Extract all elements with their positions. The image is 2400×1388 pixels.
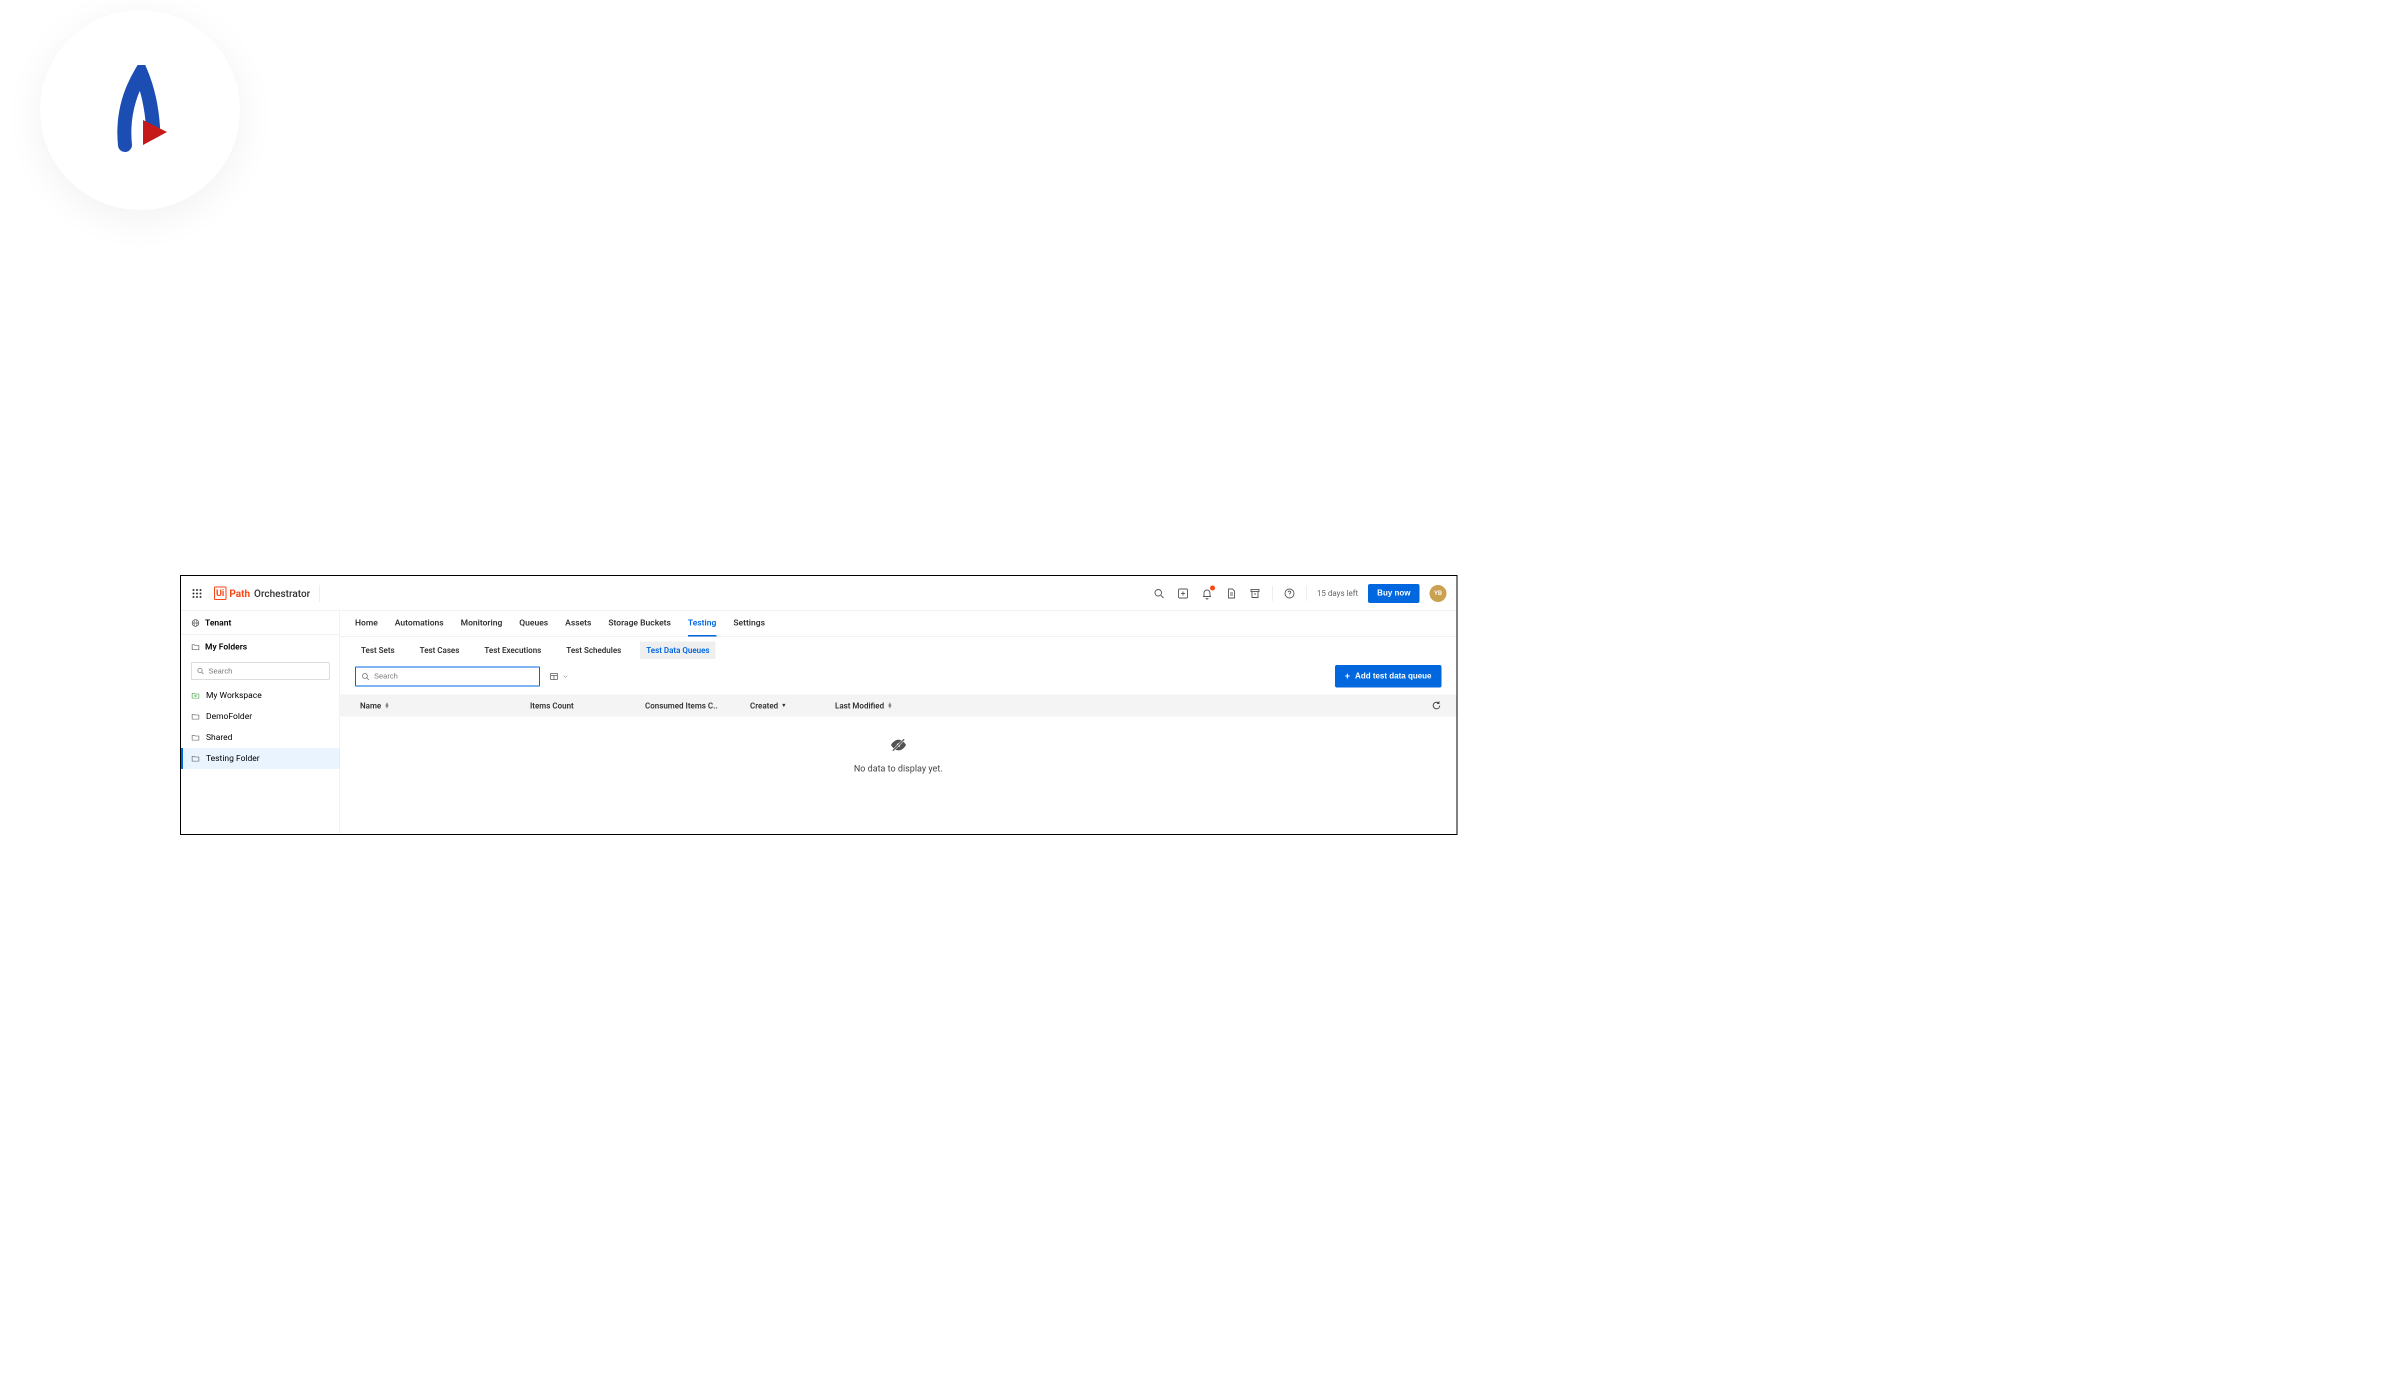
subtab-test-schedules[interactable]: Test Schedules <box>560 641 627 659</box>
col-label: Items Count <box>530 701 574 711</box>
subtab-test-cases[interactable]: Test Cases <box>414 641 466 659</box>
tab-queues[interactable]: Queues <box>519 611 548 637</box>
tab-testing[interactable]: Testing <box>688 611 716 637</box>
empty-state-text: No data to display yet. <box>854 764 943 775</box>
tab-storage-buckets[interactable]: Storage Buckets <box>608 611 671 637</box>
primary-tabs: Home Automations Monitoring Queues Asset… <box>340 611 1457 637</box>
folder-icon <box>191 754 200 763</box>
sidebar: Tenant My Folders My Workspace DemoFolde… <box>181 611 340 834</box>
subtab-test-executions[interactable]: Test Executions <box>478 641 547 659</box>
subtab-test-sets[interactable]: Test Sets <box>355 641 401 659</box>
col-label: Name <box>360 701 381 711</box>
bell-icon[interactable] <box>1200 586 1214 600</box>
avatar[interactable]: YB <box>1430 585 1447 602</box>
search-icon <box>361 672 370 681</box>
help-icon[interactable] <box>1282 586 1296 600</box>
buy-now-button[interactable]: Buy now <box>1368 584 1419 603</box>
workspace-folder-icon <box>191 691 200 700</box>
trial-days-left: 15 days left <box>1317 589 1358 599</box>
col-last-modified[interactable]: Last Modified ▲▼ <box>835 701 935 711</box>
folder-label: DemoFolder <box>206 712 252 722</box>
search-icon <box>197 667 205 675</box>
col-consumed-items[interactable]: Consumed Items C.. <box>645 701 750 711</box>
brand-ui: Ui <box>214 587 226 601</box>
folder-icon <box>191 712 200 721</box>
eye-off-icon <box>890 737 907 754</box>
add-square-icon[interactable] <box>1176 586 1190 600</box>
folder-icon <box>191 733 200 742</box>
refresh-icon <box>1432 701 1442 711</box>
main-search[interactable] <box>355 666 540 686</box>
abstract-a-logo-icon <box>105 65 175 155</box>
folder-label: My Workspace <box>206 691 262 701</box>
columns-icon <box>549 671 559 681</box>
top-header: UiPath Orchestrator 15 days left Buy now… <box>181 576 1457 611</box>
folder-label: Shared <box>206 733 232 743</box>
my-folders-label: My Folders <box>205 642 247 652</box>
subtab-test-data-queues[interactable]: Test Data Queues <box>640 641 715 659</box>
col-created[interactable]: Created ▼ <box>750 701 835 711</box>
divider <box>1306 586 1307 601</box>
chevron-down-icon <box>562 673 569 680</box>
my-folders-header[interactable]: My Folders <box>181 635 340 659</box>
folder-my-workspace[interactable]: My Workspace <box>181 685 340 706</box>
brand-divider <box>319 585 320 602</box>
plus-icon: + <box>1345 671 1350 682</box>
document-icon[interactable] <box>1224 586 1238 600</box>
brand-logo[interactable]: UiPath Orchestrator <box>214 587 310 601</box>
search-icon[interactable] <box>1152 586 1166 600</box>
tenant-link[interactable]: Tenant <box>181 611 340 635</box>
notification-dot <box>1210 585 1215 590</box>
sidebar-search-input[interactable] <box>209 667 325 676</box>
archive-icon[interactable] <box>1248 586 1262 600</box>
folder-icon <box>191 643 200 652</box>
main-panel: Home Automations Monitoring Queues Asset… <box>340 611 1457 834</box>
header-actions: 15 days left Buy now YB <box>1152 584 1447 603</box>
tab-home[interactable]: Home <box>355 611 378 637</box>
col-name[interactable]: Name ▲▼ <box>355 701 530 711</box>
sidebar-search[interactable] <box>191 662 330 680</box>
col-items-count[interactable]: Items Count <box>530 701 645 711</box>
apps-grid-icon[interactable] <box>191 587 203 599</box>
sort-icon: ▲▼ <box>887 703 892 709</box>
main-search-input[interactable] <box>374 672 534 681</box>
col-label: Consumed Items C.. <box>645 701 718 711</box>
orchestrator-window: UiPath Orchestrator 15 days left Buy now… <box>180 575 1458 835</box>
folder-shared[interactable]: Shared <box>181 727 340 748</box>
folder-demofolder[interactable]: DemoFolder <box>181 706 340 727</box>
col-label: Last Modified <box>835 701 884 711</box>
tab-monitoring[interactable]: Monitoring <box>461 611 503 637</box>
globe-icon <box>191 618 200 627</box>
folder-testing-folder[interactable]: Testing Folder <box>181 748 340 769</box>
empty-state: No data to display yet. <box>340 717 1457 775</box>
sort-icon: ▲▼ <box>384 703 389 709</box>
tab-automations[interactable]: Automations <box>395 611 444 637</box>
add-test-data-queue-button[interactable]: + Add test data queue <box>1335 665 1442 688</box>
tab-assets[interactable]: Assets <box>565 611 591 637</box>
folder-label: Testing Folder <box>206 754 260 764</box>
refresh-button[interactable] <box>1432 701 1442 711</box>
table-header: Name ▲▼ Items Count Consumed Items C.. C… <box>340 695 1457 717</box>
col-label: Created <box>750 701 778 711</box>
corner-logo <box>30 10 250 210</box>
brand-path: Path <box>229 587 250 599</box>
add-button-label: Add test data queue <box>1355 672 1431 681</box>
divider <box>1272 586 1273 601</box>
column-picker[interactable] <box>549 671 569 681</box>
dropdown-icon: ▼ <box>781 704 786 707</box>
testing-subtabs: Test Sets Test Cases Test Executions Tes… <box>340 637 1457 663</box>
product-name: Orchestrator <box>254 587 310 599</box>
toolbar: + Add test data queue <box>340 663 1457 695</box>
tab-settings[interactable]: Settings <box>733 611 765 637</box>
tenant-label: Tenant <box>205 618 231 628</box>
